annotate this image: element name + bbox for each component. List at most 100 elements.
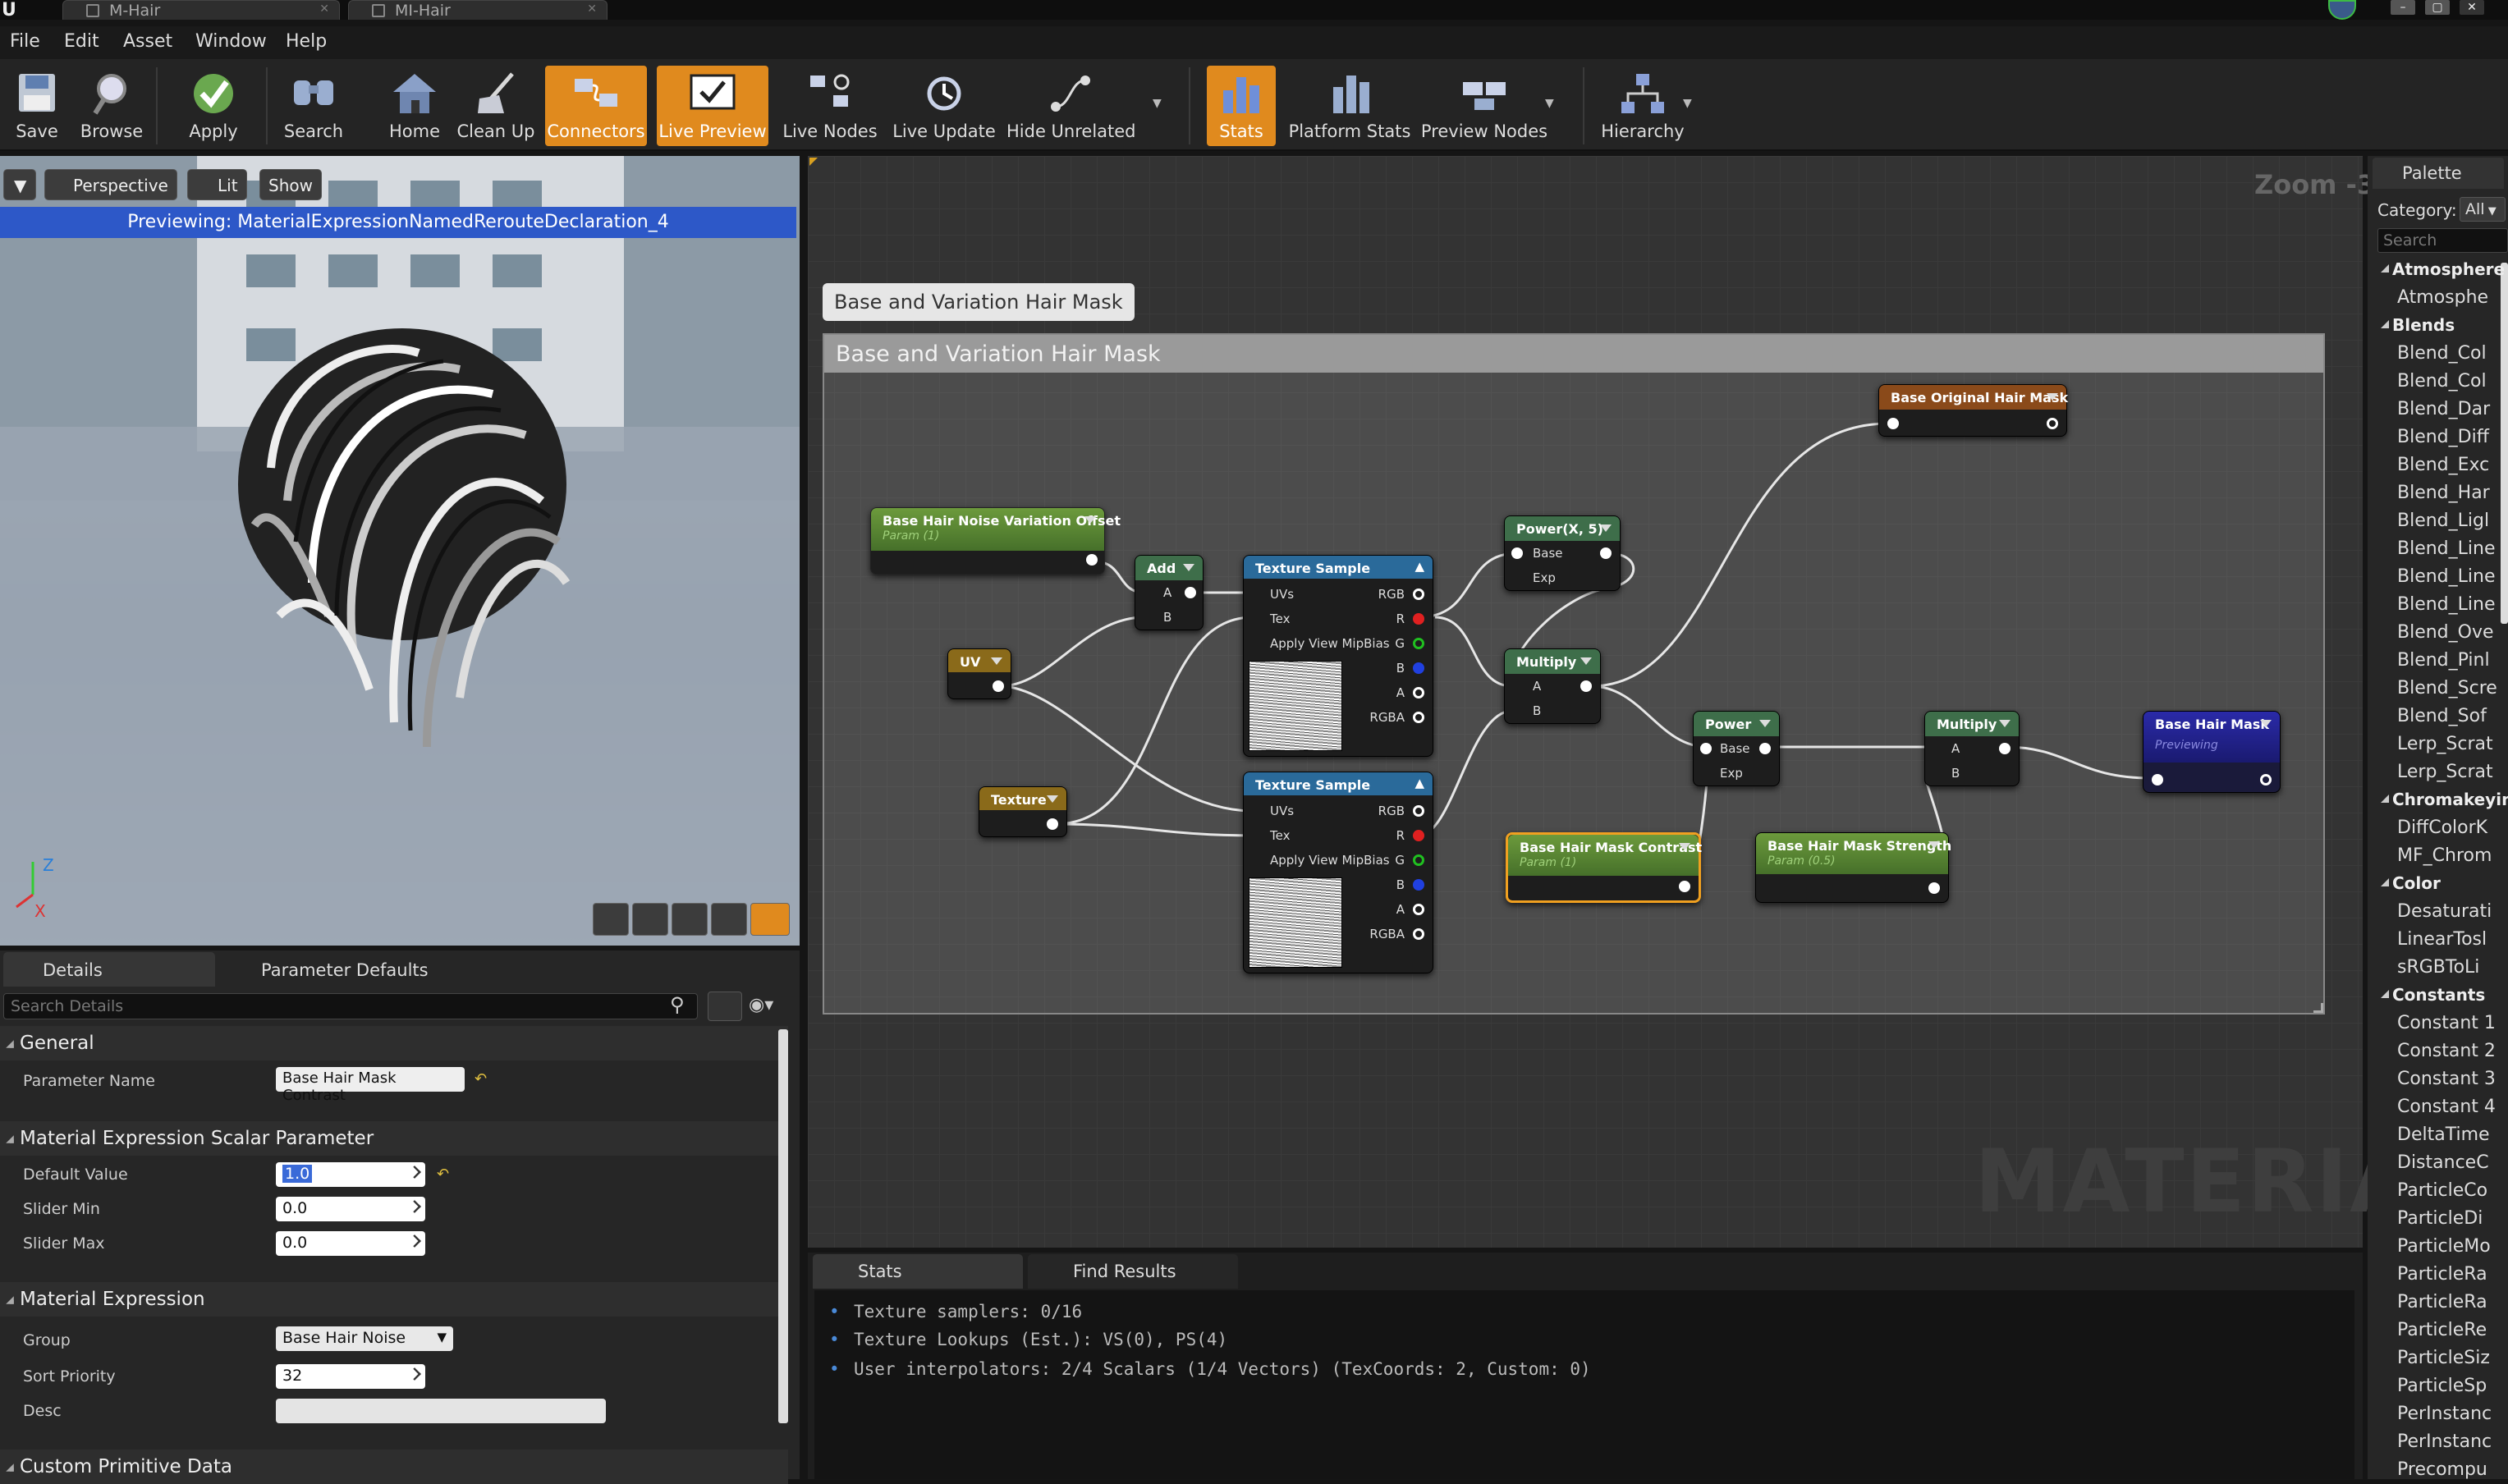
reset-arrow-icon[interactable]: ↶ <box>437 1166 449 1183</box>
palette-item[interactable]: Blend_Scre <box>2397 678 2497 698</box>
palette-item[interactable]: Precompu <box>2397 1459 2487 1480</box>
group-dropdown[interactable]: Base Hair Noise ▼ <box>276 1326 453 1351</box>
node-noise-variation-offset[interactable]: Base Hair Noise Variation Offset Param (1… <box>870 507 1121 575</box>
output-pin[interactable] <box>1086 554 1098 566</box>
menu-help[interactable]: Help <box>286 31 327 52</box>
output-pin[interactable] <box>1928 882 1940 894</box>
output-pin[interactable] <box>2260 774 2272 786</box>
close-icon[interactable]: ✕ <box>587 2 597 16</box>
palette-item[interactable]: Constant 3 <box>2397 1069 2496 1089</box>
palette-item[interactable]: Blend_Line <box>2397 566 2496 587</box>
output-pin-a[interactable] <box>1413 904 1424 915</box>
palette-item[interactable]: ParticleRa <box>2397 1264 2487 1285</box>
clean-up-button[interactable]: Clean Up <box>455 66 537 146</box>
reset-arrow-icon[interactable]: ↶ <box>475 1070 487 1088</box>
chevron-down-icon[interactable]: ▼ <box>1683 97 1692 110</box>
search-icon[interactable]: ⚲ <box>670 993 685 1016</box>
default-value-field[interactable]: 1.0 <box>276 1162 425 1187</box>
tab-details[interactable]: Details <box>3 952 215 987</box>
hierarchy-button[interactable]: Hierarchy <box>1598 66 1688 146</box>
palette-item[interactable]: ParticleSp <box>2397 1376 2487 1396</box>
menu-window[interactable]: Window <box>195 31 267 52</box>
palette-item[interactable]: PerInstanc <box>2397 1431 2492 1452</box>
section-scalar-parameter[interactable]: Material Expression Scalar Parameter <box>0 1121 788 1156</box>
output-pin[interactable] <box>1679 881 1690 892</box>
output-pin[interactable] <box>1999 743 2011 754</box>
slider-min-field[interactable]: 0.0 <box>276 1197 425 1221</box>
stats-button[interactable]: Stats <box>1207 66 1276 146</box>
palette-item[interactable]: DistanceC <box>2397 1152 2489 1173</box>
palette-item[interactable]: LinearTosl <box>2397 929 2487 950</box>
eye-icon[interactable]: ◉▾ <box>749 995 773 1015</box>
close-icon[interactable]: ✕ <box>319 2 329 16</box>
node-uv[interactable]: UV <box>947 648 1011 699</box>
source-control-icon[interactable] <box>2328 0 2356 20</box>
sphere-preview-icon[interactable] <box>632 903 668 936</box>
output-pin-g[interactable] <box>1413 854 1424 866</box>
palette-item[interactable]: Blend_Dar <box>2397 399 2490 419</box>
input-pin[interactable] <box>1887 418 1899 429</box>
tab-find-results[interactable]: Find Results <box>1028 1254 1238 1289</box>
palette-item[interactable]: PerInstanc <box>2397 1404 2492 1424</box>
palette-item[interactable]: Constant 2 <box>2397 1041 2496 1061</box>
palette-item[interactable]: ParticleSiz <box>2397 1348 2490 1368</box>
cube-preview-icon[interactable] <box>711 903 747 936</box>
live-nodes-button[interactable]: Live Nodes <box>778 66 882 146</box>
palette-item[interactable]: sRGBToLi <box>2397 957 2479 978</box>
palette-item[interactable]: MF_Chrom <box>2397 845 2492 866</box>
perspective-button[interactable]: Perspective <box>44 169 177 200</box>
search-details-input[interactable]: Search Details <box>3 993 698 1019</box>
palette-item[interactable]: Blend_Diff <box>2397 427 2489 447</box>
palette-category[interactable]: Color <box>2381 873 2441 893</box>
node-texture-sample-2[interactable]: Texture Sample ▲ UVs Tex Apply View MipBi… <box>1243 772 1433 973</box>
search-button[interactable]: Search <box>276 66 351 146</box>
tab-stats[interactable]: Stats <box>813 1254 1023 1289</box>
plane-preview-icon[interactable] <box>672 903 708 936</box>
comment-bubble[interactable]: Base and Variation Hair Mask <box>823 283 1135 321</box>
palette-item[interactable]: Blend_Exc <box>2397 455 2489 475</box>
palette-item[interactable]: Blend_Col <box>2397 343 2487 364</box>
viewport-options-button[interactable]: ▼ <box>3 169 36 200</box>
palette-item[interactable]: Blend_Pinl <box>2397 650 2490 671</box>
menu-file[interactable]: File <box>10 31 40 52</box>
output-pin[interactable] <box>1580 680 1592 692</box>
section-material-expression[interactable]: Material Expression <box>0 1282 788 1317</box>
palette-item[interactable]: Lerp_Scrat <box>2397 734 2493 754</box>
palette-item[interactable]: Blend_Line <box>2397 538 2496 559</box>
palette-item[interactable]: Blend_Line <box>2397 594 2496 615</box>
close-window-button[interactable]: ✕ <box>2460 0 2484 15</box>
output-pin[interactable] <box>2047 418 2058 429</box>
browse-button[interactable]: Browse <box>76 66 148 146</box>
menu-asset[interactable]: Asset <box>123 31 172 52</box>
palette-item[interactable]: Constant 4 <box>2397 1097 2496 1117</box>
minimize-button[interactable]: – <box>2391 0 2415 15</box>
palette-item[interactable]: Constant 1 <box>2397 1013 2496 1033</box>
home-button[interactable]: Home <box>379 66 450 146</box>
maximize-button[interactable]: ▢ <box>2425 0 2450 15</box>
chevron-up-icon[interactable]: ▲ <box>1414 776 1424 790</box>
output-pin-rgba[interactable] <box>1413 712 1424 723</box>
menu-edit[interactable]: Edit <box>64 31 99 52</box>
palette-category[interactable]: Atmosphere <box>2380 259 2505 279</box>
palette-item[interactable]: Lerp_Scrat <box>2397 762 2493 782</box>
node-multiply-2[interactable]: Multiply A B <box>1924 711 2020 786</box>
hide-unrelated-button[interactable]: Hide Unrelated <box>1006 66 1136 146</box>
output-pin-rgb[interactable] <box>1413 589 1424 600</box>
chevron-down-icon[interactable]: ▼ <box>1153 97 1162 110</box>
output-pin[interactable] <box>1759 743 1771 754</box>
node-base-hair-mask-contrast[interactable]: Base Hair Mask Contrast Param (1) <box>1506 832 1702 903</box>
node-texture[interactable]: Texture <box>979 786 1067 837</box>
doc-tab-m-hair[interactable]: M-Hair ✕ <box>62 0 340 20</box>
palette-scrollbar[interactable] <box>2501 263 2508 624</box>
output-pin-b[interactable] <box>1413 662 1424 674</box>
node-power-x5[interactable]: Power(X, 5) Base Exp <box>1504 515 1621 591</box>
section-general[interactable]: General <box>0 1026 788 1060</box>
chevron-up-icon[interactable]: ▲ <box>1414 559 1424 574</box>
live-preview-button[interactable]: Live Preview <box>657 66 768 146</box>
output-pin-r[interactable] <box>1413 613 1424 625</box>
node-add[interactable]: Add A B <box>1135 555 1204 630</box>
details-scrollbar[interactable] <box>778 1029 788 1423</box>
node-multiply-1[interactable]: Multiply A B <box>1504 648 1601 724</box>
palette-item[interactable]: ParticleDi <box>2397 1208 2483 1229</box>
node-base-hair-mask-strength[interactable]: Base Hair Mask Strength Param (0.5) <box>1755 832 1951 903</box>
